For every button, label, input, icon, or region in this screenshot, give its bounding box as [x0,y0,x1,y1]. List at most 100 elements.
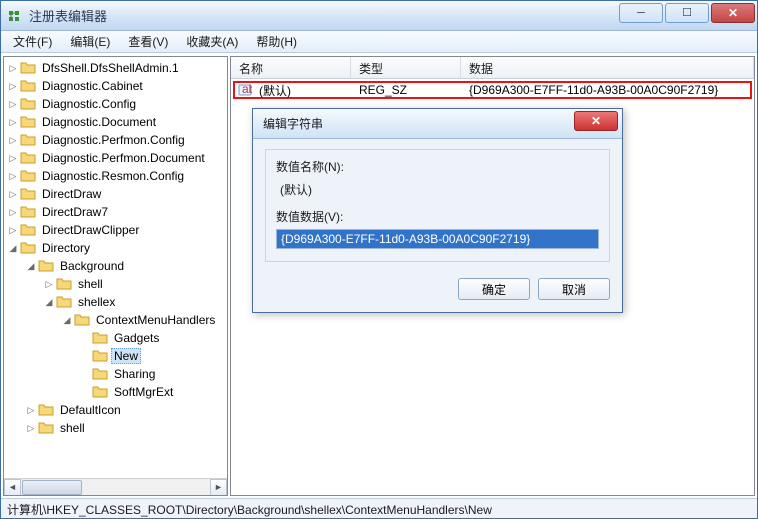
cell-data: {D969A300-E7FF-11d0-A93B-00A0C90F2719} [463,83,750,97]
status-bar: 计算机\HKEY_CLASSES_ROOT\Directory\Backgrou… [1,498,757,518]
minimize-button[interactable]: ─ [619,3,663,23]
list-row[interactable]: ab (默认) REG_SZ {D969A300-E7FF-11d0-A93B-… [233,81,752,99]
tree-node-sharing[interactable]: Sharing [6,365,227,383]
tree-node-diagnostic-document[interactable]: ▷Diagnostic.Document [6,113,227,131]
folder-icon [92,331,108,345]
value-data-label: 数值数据(V): [276,208,599,225]
tree-label: New [111,348,141,364]
expand-icon[interactable]: ▷ [6,223,20,237]
folder-icon [20,97,36,111]
folder-icon [20,223,36,237]
window-title: 注册表编辑器 [29,6,619,25]
tree-node-gadgets[interactable]: Gadgets [6,329,227,347]
tree-node-directdraw[interactable]: ▷ DirectDraw [6,185,227,203]
column-type[interactable]: 类型 [351,57,461,78]
expand-icon[interactable]: ▷ [24,421,38,435]
menu-file[interactable]: 文件(F) [5,31,60,52]
menu-favorites[interactable]: 收藏夹(A) [178,31,246,52]
folder-icon [38,421,54,435]
tree-node-directory[interactable]: ◢ Directory [6,239,227,257]
tree-node-shell[interactable]: ▷shell [6,419,227,437]
value-name-label: 数值名称(N): [276,158,599,175]
tree-label: Diagnostic.Cabinet [39,78,146,94]
tree-label: DfsShell.DfsShellAdmin.1 [39,60,182,76]
list-header: 名称 类型 数据 [231,57,754,79]
tree-label: Gadgets [111,330,162,346]
horizontal-scrollbar[interactable]: ◄ ► [4,478,227,495]
close-button[interactable]: ✕ [711,3,755,23]
tree-label: ContextMenuHandlers [93,312,218,328]
tree-node-diagnostic-perfmon-config[interactable]: ▷ Diagnostic.Perfmon.Config [6,131,227,149]
tree-label: DirectDraw7 [39,204,111,220]
tree-label: Diagnostic.Perfmon.Document [39,150,208,166]
cell-type: REG_SZ [353,83,463,97]
tree-node-diagnostic-cabinet[interactable]: ▷ Diagnostic.Cabinet [6,77,227,95]
menu-view[interactable]: 查看(V) [120,31,176,52]
tree-node-shell[interactable]: ▷ shell [6,275,227,293]
tree-pane[interactable]: ▷ DfsShell.DfsShellAdmin.1 ▷ Diagnostic.Cab… [3,56,228,496]
tree-label: SoftMgrExt [111,384,176,400]
scroll-right-button[interactable]: ► [210,479,227,496]
tree-label: Directory [39,240,93,256]
folder-icon [92,385,108,399]
folder-icon [56,277,72,291]
expand-icon[interactable]: ▷ [6,187,20,201]
tree-label: DirectDraw [39,186,104,202]
expand-icon[interactable]: ▷ [6,97,20,111]
tree-label: Diagnostic.Resmon.Config [39,168,187,184]
folder-icon [92,349,108,363]
folder-icon [74,313,90,327]
expand-icon[interactable]: ▷ [24,403,38,417]
expand-icon[interactable]: ▷ [6,61,20,75]
titlebar[interactable]: 注册表编辑器 ─ ☐ ✕ [1,1,757,31]
expand-icon[interactable]: ◢ [6,241,20,255]
folder-icon [92,367,108,381]
tree-node-dfsshell-dfsshelladmin-1[interactable]: ▷ DfsShell.DfsShellAdmin.1 [6,59,227,77]
expand-icon[interactable]: ▷ [42,277,56,291]
folder-icon [38,259,54,273]
dialog-close-button[interactable]: ✕ [574,111,618,131]
value-data-input[interactable] [276,229,599,249]
folder-icon [20,241,36,255]
tree-node-contextmenuhandlers[interactable]: ◢ ContextMenuHandlers [6,311,227,329]
expand-icon[interactable]: ▷ [6,133,20,147]
tree-node-directdrawclipper[interactable]: ▷DirectDrawClipper [6,221,227,239]
folder-icon [20,133,36,147]
expand-icon[interactable]: ▷ [6,169,20,183]
tree-node-new[interactable]: New [6,347,227,365]
expand-icon[interactable]: ◢ [60,313,74,327]
expand-icon[interactable]: ◢ [42,295,56,309]
ok-button[interactable]: 确定 [458,278,530,300]
tree-node-directdraw7[interactable]: ▷ DirectDraw7 [6,203,227,221]
scroll-left-button[interactable]: ◄ [4,479,21,496]
dialog-titlebar[interactable]: 编辑字符串 ✕ [253,109,622,139]
folder-icon [20,61,36,75]
folder-icon [20,115,36,129]
tree-label: shellex [75,294,118,310]
expand-icon[interactable]: ▷ [6,79,20,93]
folder-icon [20,79,36,93]
tree-node-background[interactable]: ◢Background [6,257,227,275]
expand-icon[interactable]: ▷ [6,205,20,219]
menu-edit[interactable]: 编辑(E) [62,31,118,52]
expand-icon[interactable]: ▷ [6,115,20,129]
column-data[interactable]: 数据 [461,57,754,78]
tree-node-defaulticon[interactable]: ▷ DefaultIcon [6,401,227,419]
tree-node-diagnostic-config[interactable]: ▷Diagnostic.Config [6,95,227,113]
folder-icon [20,151,36,165]
tree-label: shell [75,276,106,292]
tree-node-softmgrext[interactable]: SoftMgrExt [6,383,227,401]
cancel-button[interactable]: 取消 [538,278,610,300]
tree-label: DefaultIcon [57,402,124,418]
tree-node-diagnostic-resmon-config[interactable]: ▷ Diagnostic.Resmon.Config [6,167,227,185]
scroll-thumb[interactable] [22,480,82,495]
expand-icon[interactable]: ◢ [24,259,38,273]
menu-help[interactable]: 帮助(H) [248,31,305,52]
tree-node-diagnostic-perfmon-document[interactable]: ▷ Diagnostic.Perfmon.Document [6,149,227,167]
folder-icon [20,187,36,201]
tree-label: Diagnostic.Perfmon.Config [39,132,188,148]
maximize-button[interactable]: ☐ [665,3,709,23]
expand-icon[interactable]: ▷ [6,151,20,165]
tree-node-shellex[interactable]: ◢ shellex [6,293,227,311]
column-name[interactable]: 名称 [231,57,351,78]
